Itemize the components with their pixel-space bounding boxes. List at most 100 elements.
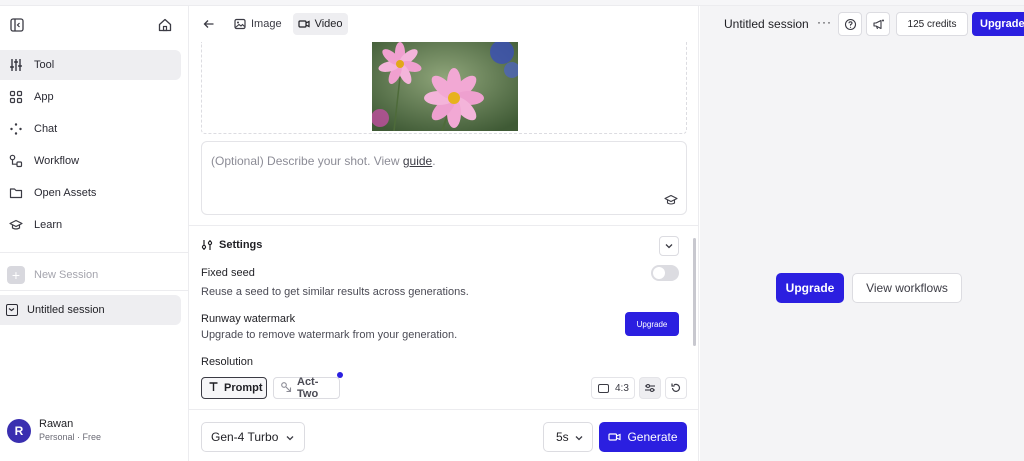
user-name: Rawan — [39, 418, 74, 430]
tab-image[interactable]: Image — [229, 13, 287, 35]
sliders-icon — [9, 58, 23, 72]
settings-scrollbar[interactable] — [693, 238, 696, 346]
session-title[interactable]: Untitled session — [724, 17, 809, 31]
back-arrow-icon[interactable] — [201, 16, 217, 32]
reset-icon — [671, 383, 681, 392]
media-tabs: Image Video — [201, 12, 354, 36]
watermark-upgrade-button[interactable]: Upgrade — [625, 312, 679, 336]
duration-select-value: 5s — [556, 430, 569, 444]
prompt-mode-button[interactable]: Prompt — [201, 377, 267, 399]
aspect-ratio-value: 4:3 — [615, 382, 629, 394]
tab-video-label: Video — [314, 18, 343, 30]
sidebar-item-tool[interactable]: Tool — [0, 50, 181, 80]
tab-image-label: Image — [251, 18, 282, 30]
graduation-cap-icon — [9, 218, 23, 232]
text-icon — [208, 381, 219, 395]
collapse-settings-button[interactable] — [659, 236, 679, 256]
media-dropzone[interactable] — [201, 42, 687, 134]
sidebar-collapse-icon[interactable] — [9, 17, 25, 33]
plus-icon: + — [7, 266, 25, 284]
session-icon — [6, 304, 18, 316]
sparkle-icon — [9, 122, 23, 136]
sidebar-item-chat[interactable]: Chat — [0, 114, 181, 144]
model-select-value: Gen-4 Turbo — [211, 430, 279, 444]
watermark-title: Runway watermark — [201, 313, 296, 325]
settings-title: Settings — [219, 239, 263, 251]
sidebar-item-label: Tool — [34, 59, 55, 71]
new-session-label: New Session — [34, 269, 99, 281]
avatar: R — [7, 418, 31, 443]
graduation-cap-icon[interactable] — [664, 194, 678, 206]
prompt-input[interactable]: (Optional) Describe your shot. View guid… — [201, 141, 687, 215]
more-options-icon[interactable]: ··· — [817, 15, 832, 29]
sidebar-nav: Tool App Chat Workflow Open Assets Learn — [0, 50, 189, 242]
folder-icon — [9, 186, 23, 200]
chevron-down-icon — [665, 244, 673, 249]
new-badge-dot — [337, 372, 343, 378]
duration-select[interactable]: 5s — [543, 422, 593, 452]
megaphone-icon — [872, 19, 884, 29]
aspect-ratio-button[interactable]: 4:3 — [591, 377, 635, 399]
sidebar-item-learn[interactable]: Learn — [0, 210, 181, 240]
advanced-settings-button[interactable] — [639, 377, 661, 399]
chevron-down-icon — [575, 436, 583, 441]
workflow-icon — [9, 154, 23, 168]
announcements-button[interactable] — [866, 12, 890, 36]
video-icon — [297, 20, 310, 28]
tab-video[interactable]: Video — [292, 13, 348, 35]
model-select[interactable]: Gen-4 Turbo — [201, 422, 305, 452]
upgrade-button[interactable]: Upgrade — [776, 273, 844, 303]
fixed-seed-description: Reuse a seed to get similar results acro… — [201, 286, 469, 298]
user-profile[interactable]: R Rawan Personal · Free — [7, 418, 101, 443]
act-two-label: Act-Two — [297, 376, 319, 400]
user-plan: Personal · Free — [39, 432, 102, 442]
sidebar: Tool App Chat Workflow Open Assets Learn… — [0, 6, 189, 461]
new-session-button[interactable]: + New Session — [0, 261, 189, 289]
aspect-ratio-icon — [598, 383, 609, 393]
credits-badge[interactable]: 125 credits — [896, 12, 968, 36]
settings-header[interactable]: Settings — [201, 234, 687, 256]
sidebar-item-label: Chat — [34, 123, 58, 135]
chevron-down-icon — [286, 436, 294, 441]
fixed-seed-toggle[interactable] — [651, 265, 679, 281]
home-icon[interactable] — [157, 17, 173, 33]
reset-button[interactable] — [665, 377, 687, 399]
sidebar-item-label: App — [34, 91, 54, 103]
sliders-icon — [645, 383, 655, 393]
image-icon — [234, 18, 246, 30]
act-two-icon — [280, 381, 292, 396]
session-label: Untitled session — [27, 304, 105, 316]
act-two-button[interactable]: Act-Two — [273, 376, 340, 400]
fixed-seed-title: Fixed seed — [201, 267, 255, 279]
sidebar-item-app[interactable]: App — [0, 82, 181, 112]
help-button[interactable] — [838, 12, 862, 36]
prompt-placeholder: (Optional) Describe your shot. View guid… — [211, 154, 436, 168]
sidebar-item-label: Workflow — [34, 155, 80, 167]
sidebar-divider — [0, 290, 189, 291]
tool-panel: Image Video (Optional) Describe your sho… — [189, 6, 699, 461]
panel-divider — [189, 409, 699, 410]
resolution-title: Resolution — [201, 356, 253, 368]
sidebar-item-label: Open Assets — [34, 187, 97, 199]
generate-label: Generate — [627, 430, 678, 444]
video-icon — [608, 433, 622, 441]
grid-icon — [9, 90, 23, 104]
session-item[interactable]: Untitled session — [0, 295, 181, 325]
help-chat-icon — [844, 18, 856, 30]
watermark-description: Upgrade to remove watermark from your ge… — [201, 329, 458, 341]
guide-link[interactable]: guide — [403, 154, 432, 168]
settings-icon — [201, 239, 213, 251]
view-workflows-button[interactable]: View workflows — [852, 273, 962, 303]
header-upgrade-button[interactable]: Upgrade — [972, 12, 1024, 36]
generate-button[interactable]: Generate — [599, 422, 687, 452]
sidebar-item-label: Learn — [34, 219, 63, 231]
prompt-mode-label: Prompt — [224, 382, 263, 394]
sidebar-header — [0, 6, 189, 44]
settings-section: Settings Fixed seed Reuse a seed to get … — [201, 234, 687, 368]
sidebar-item-open-assets[interactable]: Open Assets — [0, 178, 181, 208]
sidebar-divider — [0, 252, 189, 253]
output-panel: Untitled session ··· 125 credits Upgrade… — [700, 6, 1024, 461]
mode-toolbar: Prompt Act-Two 4:3 — [201, 372, 687, 400]
uploaded-image[interactable] — [372, 42, 518, 131]
sidebar-item-workflow[interactable]: Workflow — [0, 146, 181, 176]
